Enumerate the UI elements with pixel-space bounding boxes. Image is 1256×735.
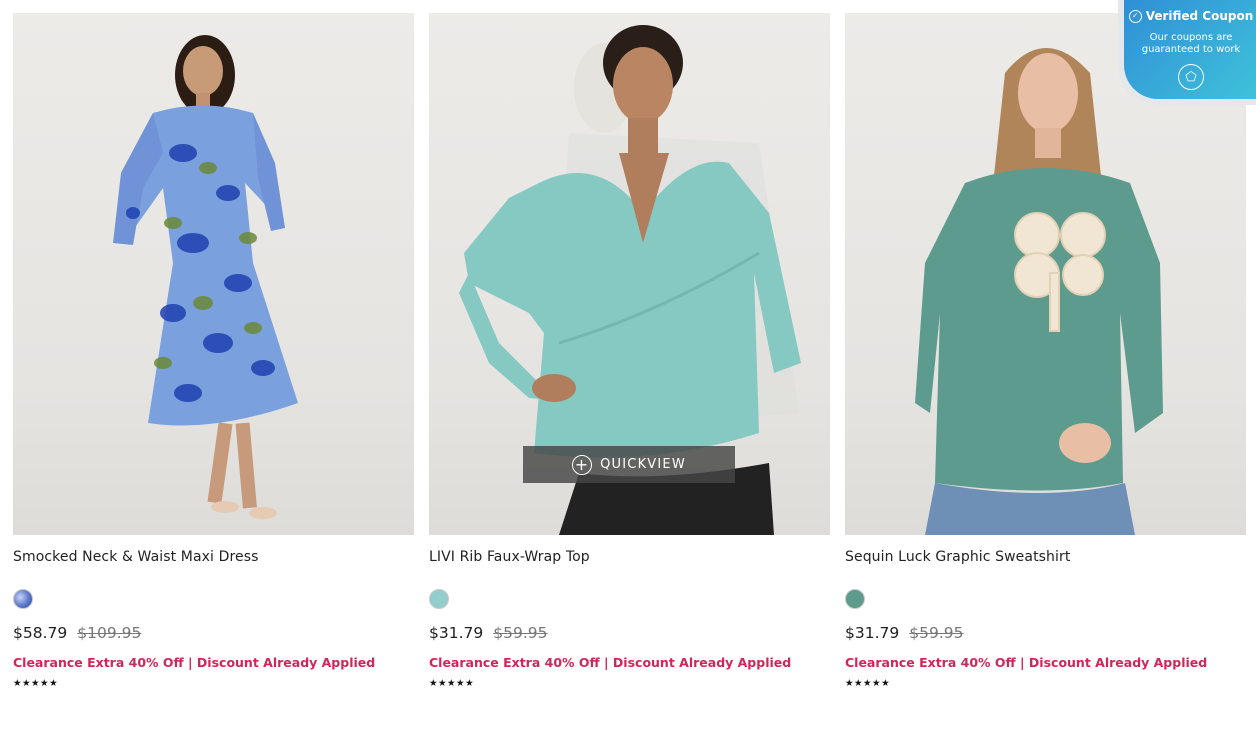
coupon-subtitle: Our coupons are guaranteed to work bbox=[1141, 32, 1241, 55]
sale-price: $58.79 bbox=[13, 624, 68, 642]
promo-message: Clearance Extra 40% Off | Discount Alrea… bbox=[13, 655, 376, 670]
original-price: $59.95 bbox=[493, 624, 548, 642]
quickview-button[interactable]: + QUICKVIEW bbox=[523, 446, 735, 483]
coupon-title-row: ✓ Verified Coupon bbox=[1124, 9, 1256, 23]
product-name[interactable]: Smocked Neck & Waist Maxi Dress bbox=[13, 548, 414, 566]
original-price: $109.95 bbox=[77, 624, 142, 642]
check-circle-icon: ✓ bbox=[1128, 9, 1142, 23]
plus-circle-icon: + bbox=[572, 454, 593, 475]
verified-coupon-badge[interactable]: ✓ Verified Coupon Our coupons are guaran… bbox=[1118, 0, 1256, 105]
promo-message: Clearance Extra 40% Off | Discount Alrea… bbox=[845, 655, 1208, 670]
product-card[interactable]: Sequin Luck Graphic Sweatshirt $31.79 $5… bbox=[845, 13, 1246, 690]
product-name[interactable]: Sequin Luck Graphic Sweatshirt bbox=[845, 548, 1246, 566]
promo-message: Clearance Extra 40% Off | Discount Alrea… bbox=[429, 655, 792, 670]
coupon-title: Verified Coupon bbox=[1145, 9, 1254, 23]
shield-icon: ⬠ bbox=[1178, 64, 1204, 90]
color-swatch[interactable] bbox=[845, 589, 865, 609]
product-image[interactable]: + QUICKVIEW bbox=[429, 13, 830, 535]
price-row: $58.79 $109.95 bbox=[13, 624, 414, 642]
product-card[interactable]: Smocked Neck & Waist Maxi Dress $58.79 $… bbox=[13, 13, 414, 690]
sale-price: $31.79 bbox=[845, 624, 900, 642]
star-rating[interactable]: ★★★★★ bbox=[13, 678, 414, 690]
model-photo-dress bbox=[113, 35, 298, 519]
price-row: $31.79 $59.95 bbox=[429, 624, 830, 642]
color-swatch[interactable] bbox=[13, 589, 33, 609]
product-image[interactable] bbox=[13, 13, 414, 535]
color-swatch[interactable] bbox=[429, 589, 449, 609]
product-name[interactable]: LIVI Rib Faux-Wrap Top bbox=[429, 548, 830, 566]
product-grid: Smocked Neck & Waist Maxi Dress $58.79 $… bbox=[0, 0, 1256, 735]
product-card[interactable]: + QUICKVIEW LIVI Rib Faux-Wrap Top $31.7… bbox=[429, 13, 830, 690]
original-price: $59.95 bbox=[909, 624, 964, 642]
star-rating[interactable]: ★★★★★ bbox=[845, 678, 1246, 690]
price-row: $31.79 $59.95 bbox=[845, 624, 1246, 642]
star-rating[interactable]: ★★★★★ bbox=[429, 678, 830, 690]
quickview-label: QUICKVIEW bbox=[600, 457, 686, 472]
sale-price: $31.79 bbox=[429, 624, 484, 642]
